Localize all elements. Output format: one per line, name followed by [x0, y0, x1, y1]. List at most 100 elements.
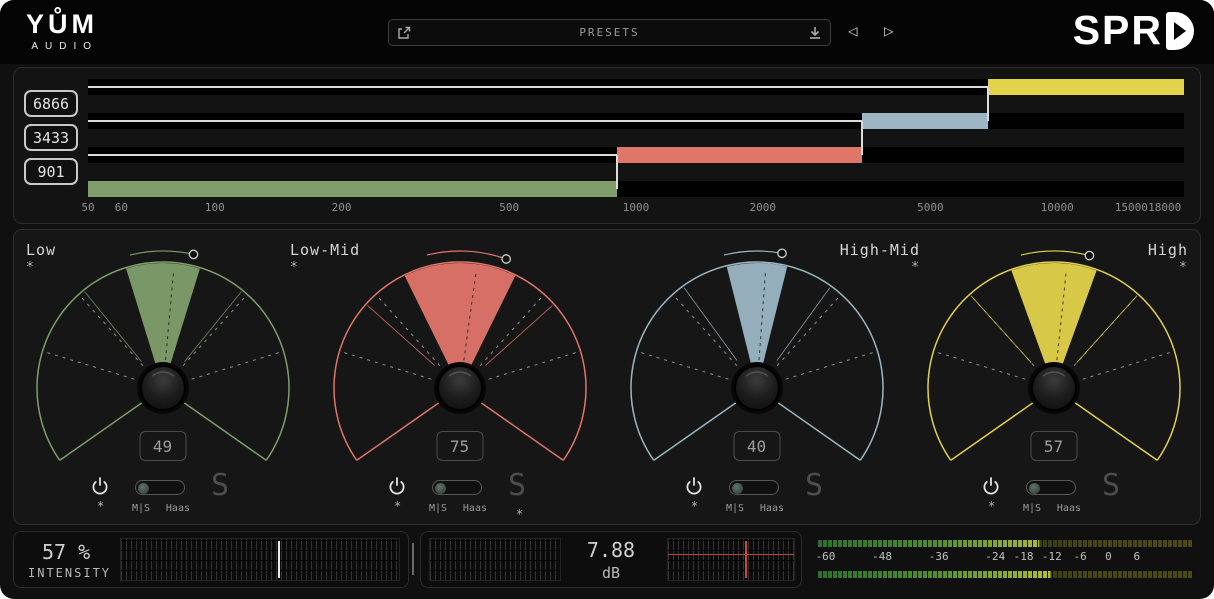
freq-band-bar[interactable] — [617, 147, 862, 163]
toggle-labels: M|S Haas — [1023, 503, 1081, 514]
load-preset-button[interactable] — [800, 20, 830, 45]
power-icon — [387, 476, 407, 496]
haas-label: Haas — [166, 503, 190, 514]
yum-audio-logo: YŮM AUDIO — [26, 11, 98, 52]
toggle-labels: M|S Haas — [429, 503, 487, 514]
ms-haas-toggle[interactable] — [135, 480, 185, 495]
freq-band-track[interactable] — [88, 79, 1184, 95]
freq-scale-label: 10000 — [1041, 201, 1074, 214]
band-power-button[interactable] — [684, 476, 704, 496]
gain-reference-line — [668, 554, 794, 555]
gain-slider-left[interactable] — [429, 538, 561, 581]
ms-haas-toggle[interactable] — [432, 480, 482, 495]
crossover-connector[interactable] — [987, 87, 989, 121]
preset-name-label: PRESETS — [419, 26, 800, 39]
toggle-knob — [732, 483, 743, 494]
freq-band-baseline — [88, 120, 862, 122]
ms-label: M|S — [726, 503, 744, 514]
crossover-low-field[interactable]: 901 — [24, 158, 78, 185]
width-value-high[interactable]: 57 — [1030, 431, 1077, 461]
width-value-low[interactable]: 49 — [139, 431, 186, 461]
footer-divider — [412, 543, 414, 575]
toggle-labels: M|S Haas — [726, 503, 784, 514]
power-icon — [90, 476, 110, 496]
solo-button[interactable]: S — [805, 468, 823, 503]
freq-scale-label: 50 — [81, 201, 94, 214]
width-value-high-mid[interactable]: 40 — [733, 431, 780, 461]
solo-button[interactable]: S — [1102, 468, 1120, 503]
freq-band-track[interactable] — [88, 113, 1184, 129]
freq-band-bar[interactable] — [862, 113, 989, 129]
export-icon — [396, 25, 412, 41]
band-power-button[interactable] — [387, 476, 407, 496]
solo-button[interactable]: S — [508, 468, 526, 503]
freq-scale-label: 500 — [499, 201, 519, 214]
crossover-connector[interactable] — [616, 155, 618, 189]
band-width-panel: Low * Low-Mid * High-Mid * High * 49 * — [13, 229, 1201, 525]
next-preset-button[interactable]: ▷ — [884, 23, 894, 39]
crossover-mid-field[interactable]: 3433 — [24, 124, 78, 151]
freq-band-bar[interactable] — [88, 181, 617, 197]
power-asterisk: * — [97, 499, 104, 513]
meter-scale-label: 0 — [1105, 550, 1112, 563]
logo-sub-text: AUDIO — [26, 41, 98, 52]
meter-scale-label: -24 — [985, 550, 1005, 563]
haas-label: Haas — [1057, 503, 1081, 514]
power-asterisk: * — [394, 499, 401, 513]
frequency-split-panel: 6866 3433 901 50601002005001000200050001… — [13, 67, 1201, 224]
freq-band-baseline — [88, 86, 988, 88]
meter-scale-label: -48 — [872, 550, 892, 563]
power-icon — [684, 476, 704, 496]
freq-scale-label: 15000 — [1115, 201, 1148, 214]
sprd-logo-d-play-icon — [1166, 12, 1194, 50]
previous-preset-button[interactable]: ◁ — [848, 23, 858, 39]
solo-asterisk: * — [516, 507, 523, 521]
band-section-high-mid: 40 * M|S Haas S — [608, 230, 905, 524]
width-value-low-mid[interactable]: 75 — [436, 431, 483, 461]
freq-band-baseline — [88, 154, 617, 156]
band-section-high: 57 * M|S Haas S — [905, 230, 1202, 524]
intensity-slider[interactable] — [120, 538, 400, 581]
crossover-connector[interactable] — [861, 121, 863, 155]
power-icon — [981, 476, 1001, 496]
band-section-low: 49 * M|S Haas S — [14, 230, 311, 524]
plugin-window: YŮM AUDIO PRESETS ◁ ▷ SPR — [0, 0, 1214, 599]
band-power-button[interactable] — [981, 476, 1001, 496]
ms-haas-toggle[interactable] — [729, 480, 779, 495]
export-preset-button[interactable] — [389, 20, 419, 45]
ms-haas-toggle[interactable] — [1026, 480, 1076, 495]
freq-band-bar[interactable] — [988, 79, 1184, 95]
gain-slider-right[interactable] — [667, 538, 795, 581]
intensity-section: 57 % INTENSITY — [13, 531, 409, 588]
output-meter-section: -60-48-36-24-18-12-606 — [810, 531, 1201, 588]
solo-button[interactable]: S — [211, 468, 229, 503]
meter-scale-label: 6 — [1133, 550, 1140, 563]
ms-label: M|S — [1023, 503, 1041, 514]
meter-scale-label: -36 — [929, 550, 949, 563]
freq-scale-label: 18000 — [1148, 201, 1181, 214]
crossover-high-field[interactable]: 6866 — [24, 90, 78, 117]
sprd-logo: SPR — [1073, 10, 1194, 51]
freq-band-track[interactable] — [88, 147, 1184, 163]
freq-scale-label: 5000 — [917, 201, 944, 214]
meter-scale-label: -18 — [1014, 550, 1034, 563]
band-power-button[interactable] — [90, 476, 110, 496]
level-meter-right — [818, 571, 1193, 578]
gain-slider-handle[interactable] — [745, 541, 747, 578]
meter-scale-label: -60 — [816, 550, 836, 563]
freq-scale-label: 200 — [332, 201, 352, 214]
meter-scale-label: -6 — [1074, 550, 1087, 563]
meter-segments — [818, 540, 1193, 547]
preset-selector[interactable]: PRESETS — [388, 19, 831, 46]
gain-unit-label: dB — [561, 564, 661, 582]
frequency-scale: 5060100200500100020005000100001500018000 — [88, 201, 1184, 215]
logo-main-text: YŮM — [26, 11, 98, 38]
freq-scale-label: 60 — [115, 201, 128, 214]
ms-label: M|S — [429, 503, 447, 514]
freq-band-track[interactable] — [88, 181, 1184, 197]
freq-scale-label: 1000 — [623, 201, 650, 214]
gain-value[interactable]: 7.88 — [561, 538, 661, 562]
intensity-slider-handle[interactable] — [278, 541, 280, 578]
haas-label: Haas — [463, 503, 487, 514]
level-meter-left — [818, 540, 1193, 547]
